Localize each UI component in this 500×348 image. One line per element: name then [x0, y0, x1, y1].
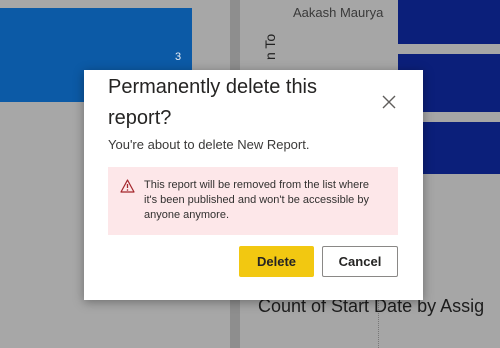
cancel-button[interactable]: Cancel	[322, 246, 398, 277]
warning-message: This report will be removed from the lis…	[108, 167, 398, 235]
close-button[interactable]	[380, 93, 398, 111]
left-bar-value: 3	[175, 51, 182, 63]
warning-text: This report will be removed from the lis…	[144, 179, 369, 221]
close-icon	[382, 95, 396, 109]
report-canvas: 3 Aakash Maurya n To Count of Start Date…	[0, 0, 500, 348]
delete-report-dialog: Permanently delete this report? You're a…	[84, 70, 423, 300]
rotated-axis-label: n To	[262, 33, 278, 60]
warning-triangle-icon	[120, 179, 135, 193]
dialog-title: Permanently delete this report?	[108, 76, 318, 129]
delete-button[interactable]: Delete	[239, 246, 314, 277]
blue-bar	[398, 0, 500, 44]
author-name: Aakash Maurya	[293, 5, 384, 20]
dialog-subtitle: You're about to delete New Report.	[108, 137, 310, 152]
